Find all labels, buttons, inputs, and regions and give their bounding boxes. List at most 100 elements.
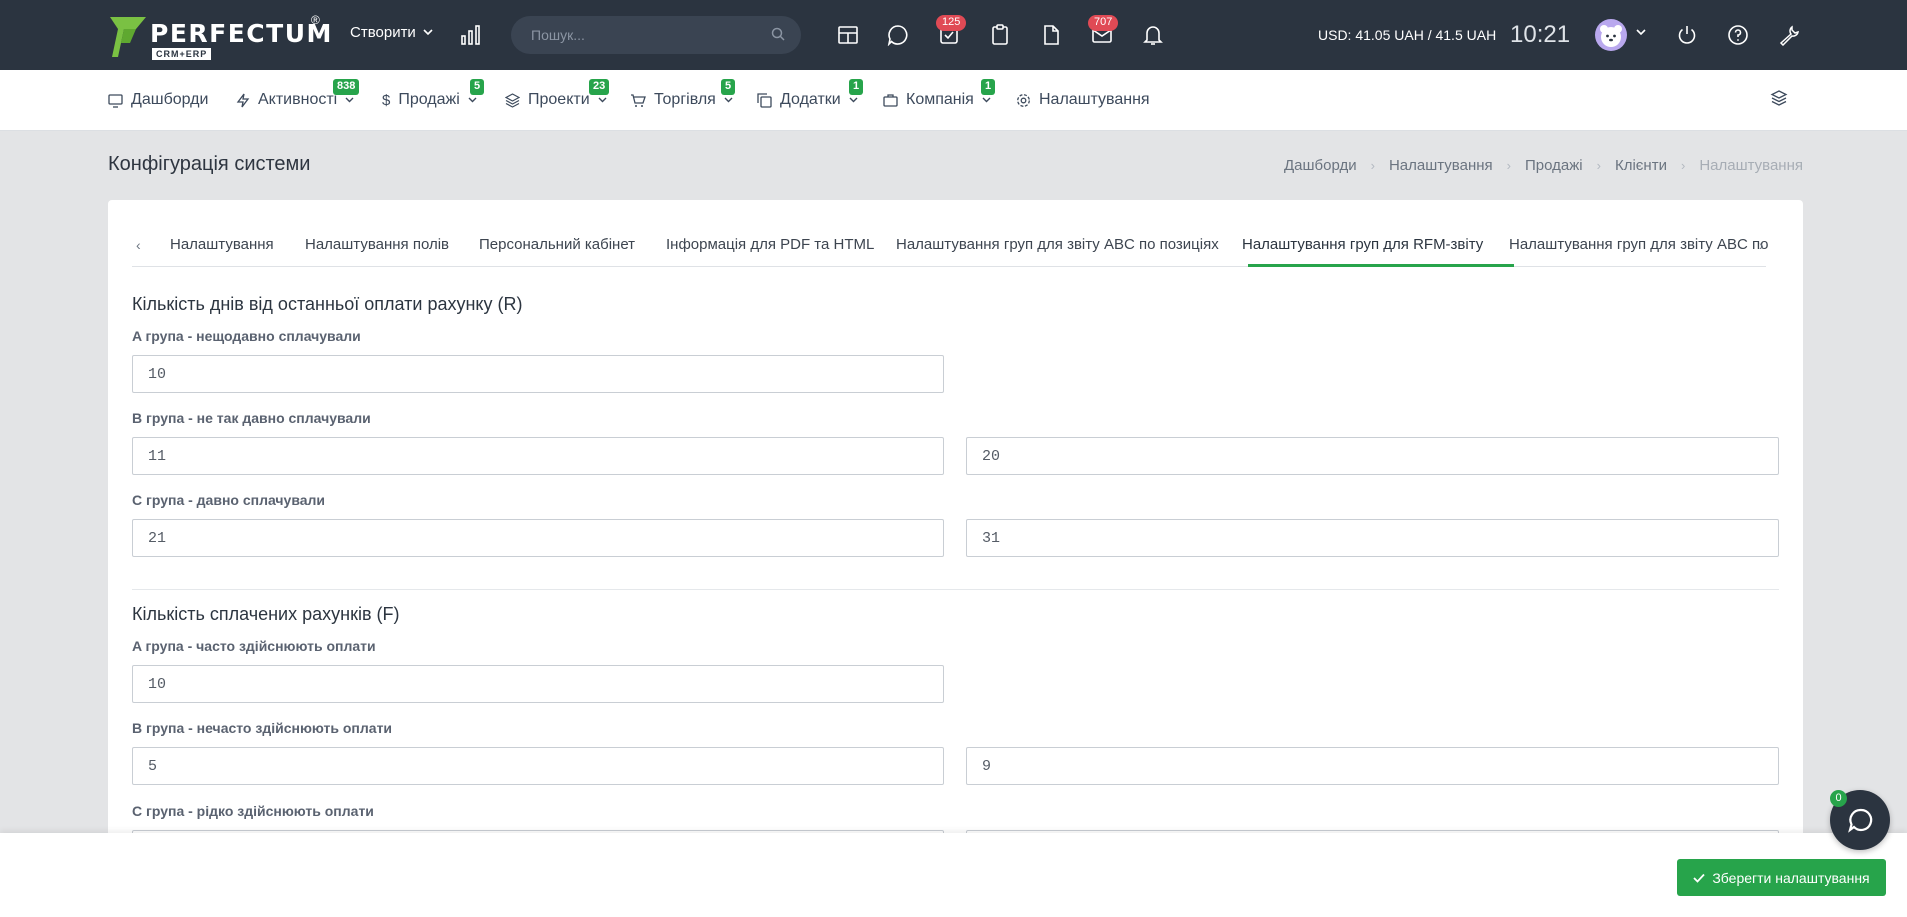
tab-abc-positions[interactable]: Налаштування груп для звіту ABC по позиц…	[896, 236, 1219, 253]
nav-item-trade[interactable]: Торгівля 5	[630, 79, 736, 109]
page-title: Конфігурація системи	[108, 153, 311, 175]
avatar[interactable]	[1595, 19, 1627, 51]
clock: 10:21	[1510, 21, 1571, 48]
mail-badge: 707	[1088, 15, 1119, 31]
breadcrumb: Дашборди › Налаштування › Продажі › Кліє…	[1284, 157, 1803, 174]
cart-icon	[631, 93, 646, 107]
f-b-from-field[interactable]	[132, 747, 944, 785]
logout-button[interactable]	[1672, 20, 1702, 50]
r-b-from-field[interactable]	[132, 437, 944, 475]
stats-button[interactable]	[456, 20, 486, 50]
search-input[interactable]	[531, 16, 761, 54]
help-button[interactable]	[1723, 20, 1753, 50]
wrench-icon	[1779, 25, 1799, 46]
settings-card: ‹ Налаштування Налаштування полів Персон…	[108, 200, 1803, 917]
clipboard-button[interactable]	[985, 20, 1015, 50]
logo[interactable]: PERFECTUM ® CRM+ERP	[108, 13, 331, 61]
search-box[interactable]	[511, 16, 801, 54]
r-b-to-field[interactable]	[966, 437, 1779, 475]
f-b-to-field[interactable]	[966, 747, 1779, 785]
nav-label: Проекти	[528, 91, 590, 108]
top-header: PERFECTUM ® CRM+ERP Створити Пошук... 12…	[0, 0, 1907, 70]
r-c-from-input[interactable]	[133, 520, 943, 556]
section-title-r: Кількість днів від останньої оплати раху…	[132, 294, 523, 314]
f-b-to-input[interactable]	[967, 748, 1778, 784]
nav-item-company[interactable]: Компанія 1	[883, 79, 996, 109]
tab-bar: ‹ Налаштування Налаштування полів Персон…	[132, 225, 1768, 267]
r-b-from-input[interactable]	[133, 438, 943, 474]
projects-badge: 23	[589, 79, 610, 95]
r-c-to-input[interactable]	[967, 520, 1778, 556]
tab-abc-other[interactable]: Налаштування груп для звіту ABC по	[1509, 236, 1768, 253]
documents-button[interactable]	[1036, 20, 1066, 50]
f-b-from-input[interactable]	[133, 748, 943, 784]
tab-settings[interactable]: Налаштування	[170, 236, 274, 253]
tab-field-settings[interactable]: Налаштування полів	[305, 236, 449, 253]
chevron-down-icon	[468, 97, 477, 103]
r-b-to-input[interactable]	[967, 438, 1778, 474]
help-icon	[1728, 25, 1748, 45]
main-nav: Дашборди Активності 838 $ Продажі 5 Прое…	[0, 70, 1907, 131]
chevron-down-icon[interactable]	[1636, 29, 1646, 36]
notifications-button[interactable]	[1138, 20, 1168, 50]
dollar-icon: $	[382, 91, 391, 109]
nav-label: Активності	[258, 91, 338, 108]
chevron-right-icon: ›	[1596, 158, 1601, 173]
r-a-field[interactable]	[132, 355, 944, 393]
f-a-input[interactable]	[133, 666, 943, 702]
r-c-from-field[interactable]	[132, 519, 944, 557]
monitor-icon	[108, 93, 123, 108]
chevron-down-icon	[345, 97, 354, 103]
r-a-input[interactable]	[133, 356, 943, 392]
chevron-down-icon	[982, 97, 991, 103]
search-icon[interactable]	[771, 27, 785, 41]
save-settings-button[interactable]: Зберегти налаштування	[1677, 859, 1886, 896]
nav-item-projects[interactable]: Проекти 23	[505, 79, 610, 109]
nav-label: Дашборди	[131, 91, 209, 108]
r-a-label: A група - нещодавно сплачували	[132, 328, 361, 344]
chevron-down-icon	[849, 97, 858, 103]
calendar-button[interactable]	[833, 20, 863, 50]
breadcrumb-item[interactable]: Налаштування	[1389, 157, 1493, 174]
trade-badge: 5	[721, 79, 736, 95]
nav-item-activities[interactable]: Активності 838	[236, 79, 360, 109]
tab-rfm-groups[interactable]: Налаштування груп для RFM-звіту	[1242, 236, 1483, 253]
chevron-down-icon	[423, 29, 433, 36]
sales-badge: 5	[470, 79, 485, 95]
tools-button[interactable]	[1774, 20, 1804, 50]
tab-scroll-right-icon[interactable]: ›	[1759, 237, 1764, 253]
activities-badge: 838	[333, 79, 360, 95]
nav-item-dashboards[interactable]: Дашборди	[108, 91, 208, 109]
breadcrumb-item[interactable]: Дашборди	[1284, 157, 1357, 174]
sticky-footer: Зберегти налаштування	[0, 833, 1907, 917]
r-c-to-field[interactable]	[966, 519, 1779, 557]
logo-registered-mark: ®	[311, 13, 320, 27]
logo-subtitle: CRM+ERP	[152, 48, 212, 60]
nav-item-sales[interactable]: $ Продажі 5	[382, 79, 485, 109]
layers-toggle-icon[interactable]	[1770, 89, 1788, 107]
create-dropdown[interactable]: Створити	[350, 24, 433, 41]
chat-button[interactable]	[883, 20, 913, 50]
chevron-right-icon: ›	[1506, 158, 1511, 173]
mail-button[interactable]: 707	[1087, 15, 1119, 50]
tab-pdf-html-info[interactable]: Інформація для PDF та HTML	[666, 236, 874, 253]
tab-scroll-left-icon[interactable]: ‹	[136, 237, 141, 253]
tasks-badge: 125	[936, 15, 967, 31]
currency-rate: USD: 41.05 UAH / 41.5 UAH	[1318, 27, 1497, 43]
chat-bubble-icon	[1848, 808, 1873, 833]
nav-item-addons[interactable]: Додатки 1	[757, 79, 864, 109]
chevron-down-icon	[724, 97, 733, 103]
f-a-label: A група - часто здійснюють оплати	[132, 638, 376, 654]
copy-icon	[757, 92, 772, 108]
f-a-field[interactable]	[132, 665, 944, 703]
r-b-label: B група - не так давно сплачували	[132, 410, 371, 426]
nav-item-settings[interactable]: Налаштування	[1016, 91, 1150, 109]
tab-personal-cabinet[interactable]: Персональний кабінет	[479, 236, 635, 253]
check-icon	[1693, 873, 1706, 883]
logo-text: PERFECTUM	[150, 19, 333, 48]
breadcrumb-item[interactable]: Клієнти	[1615, 157, 1667, 174]
breadcrumb-item[interactable]: Продажі	[1525, 157, 1583, 174]
clipboard-icon	[992, 24, 1008, 45]
chat-badge: 0	[1830, 790, 1847, 807]
tasks-button[interactable]: 125	[934, 15, 967, 50]
